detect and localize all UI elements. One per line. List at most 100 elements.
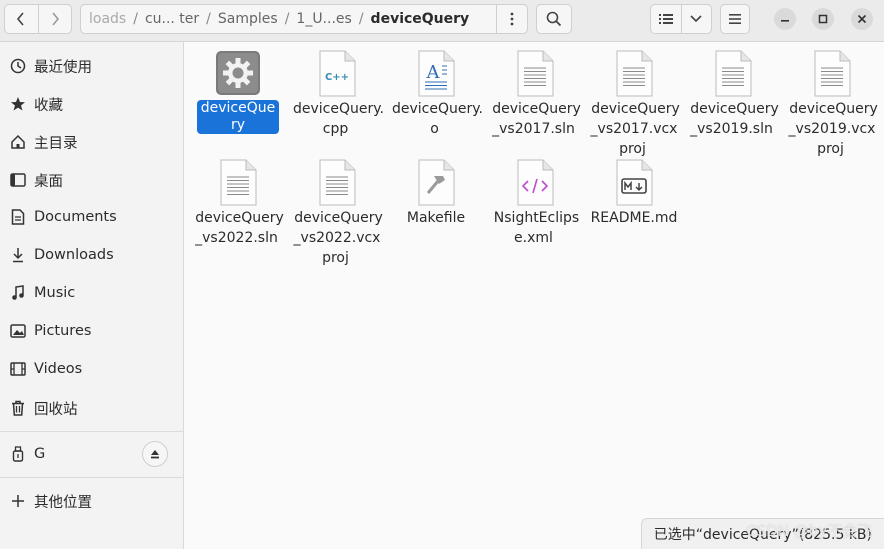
sidebar-item-documents[interactable]: Documents — [0, 200, 184, 234]
sidebar-item-videos[interactable]: Videos — [0, 352, 184, 386]
breadcrumb-current[interactable]: deviceQuery — [364, 11, 477, 27]
eject-icon — [151, 450, 159, 459]
search-button[interactable] — [536, 4, 572, 34]
hamburger-menu-icon — [729, 14, 741, 24]
sidebar-item-pictures[interactable]: Pictures — [0, 314, 184, 348]
file-item[interactable]: A deviceQuery.o — [389, 50, 483, 138]
text-file-icon — [715, 50, 752, 97]
vertical-dots-icon — [510, 12, 514, 26]
file-item[interactable]: deviceQuery_vs2019.sln — [686, 50, 780, 138]
object-file-icon: A — [418, 50, 455, 97]
minimize-icon — [781, 20, 789, 22]
file-name: deviceQuery.o — [392, 101, 483, 137]
svg-text:A: A — [426, 62, 441, 83]
sidebar-item-label: 回收站 — [34, 401, 78, 418]
sidebar-item-label: 最近使用 — [34, 59, 92, 76]
text-file-icon — [616, 50, 653, 97]
music-icon — [9, 284, 27, 302]
file-item[interactable]: deviceQuery — [191, 50, 285, 134]
sidebar-item-label: Music — [34, 285, 76, 301]
cpp-file-icon: C++ — [319, 50, 356, 97]
sidebar-item-home[interactable]: 主目录 — [0, 125, 184, 159]
file-name: deviceQuery_vs2022.sln — [195, 210, 284, 246]
file-name: README.md — [590, 210, 678, 226]
navigation-buttons — [4, 4, 72, 34]
close-button[interactable] — [851, 8, 873, 30]
trash-icon — [9, 399, 27, 417]
sidebar-item-music[interactable]: Music — [0, 276, 184, 310]
file-item[interactable]: C++ deviceQuery.cpp — [290, 50, 384, 138]
document-icon — [9, 208, 27, 226]
back-button[interactable] — [5, 5, 38, 33]
path-menu-button[interactable] — [496, 5, 527, 33]
sidebar-item-label: 桌面 — [34, 173, 63, 190]
xml-file-icon — [517, 159, 554, 206]
plus-icon — [9, 492, 27, 510]
file-item[interactable]: deviceQuery_vs2019.vcxproj — [785, 50, 879, 158]
sidebar-item-label: G — [34, 446, 46, 462]
markdown-file-icon — [616, 159, 653, 206]
sidebar-item-label: Downloads — [34, 247, 114, 263]
view-dropdown-button[interactable] — [680, 5, 712, 33]
view-options — [650, 4, 712, 34]
text-file-icon — [517, 50, 554, 97]
chevron-left-icon — [17, 12, 24, 26]
sidebar-item-label: 收藏 — [34, 97, 63, 114]
forward-button[interactable] — [37, 5, 72, 33]
sidebar-item-downloads[interactable]: Downloads — [0, 238, 184, 272]
breadcrumb-item[interactable]: 1_U...es — [289, 11, 358, 27]
makefile-icon — [418, 159, 455, 206]
home-icon — [9, 133, 27, 151]
clock-icon — [9, 57, 27, 75]
breadcrumb-item[interactable]: cu... ter — [138, 11, 206, 27]
sidebar-item-label: 其他位置 — [34, 494, 92, 511]
breadcrumb-item[interactable]: loads — [81, 11, 133, 27]
sidebar-item-label: 主目录 — [34, 135, 78, 152]
sidebar-divider — [0, 477, 184, 478]
breadcrumb-item[interactable]: Samples — [211, 11, 285, 27]
desktop-icon — [9, 171, 27, 189]
file-item[interactable]: NsightEclipse.xml — [488, 159, 582, 247]
file-item[interactable]: deviceQuery_vs2017.sln — [488, 50, 582, 138]
file-name: Makefile — [406, 210, 466, 226]
maximize-icon — [818, 14, 828, 24]
watermark: CSDN @by不会飞 — [746, 522, 872, 540]
download-icon — [9, 246, 27, 264]
list-view-button[interactable] — [651, 5, 681, 33]
minimize-button[interactable] — [774, 8, 796, 30]
sidebar-item-trash[interactable]: 回收站 — [0, 391, 184, 425]
file-item[interactable]: Makefile — [389, 159, 483, 227]
search-icon — [546, 11, 562, 27]
file-name: deviceQuery_vs2019.vcxproj — [788, 101, 878, 157]
sidebar-item-label: Pictures — [34, 323, 92, 339]
file-name: deviceQuery_vs2017.sln — [492, 101, 581, 137]
text-file-icon — [220, 159, 257, 206]
file-name: deviceQuery.cpp — [293, 101, 384, 137]
file-name: NsightEclipse.xml — [493, 210, 580, 246]
sidebar-item-recent[interactable]: 最近使用 — [0, 49, 184, 83]
text-file-icon — [814, 50, 851, 97]
maximize-button[interactable] — [812, 8, 834, 30]
file-grid: deviceQuery C++ deviceQuery.cpp A device… — [185, 42, 884, 549]
file-item[interactable]: deviceQuery_vs2017.vcxproj — [587, 50, 681, 158]
sidebar-item-desktop[interactable]: 桌面 — [0, 163, 184, 197]
sidebar: 最近使用 收藏 主目录 桌面 Documents Downloads Music… — [0, 42, 184, 549]
sidebar-item-starred[interactable]: 收藏 — [0, 87, 184, 121]
file-name: deviceQuery_vs2019.sln — [690, 101, 779, 137]
file-item[interactable]: deviceQuery_vs2022.sln — [191, 159, 285, 247]
main-menu-button[interactable] — [720, 4, 750, 34]
chevron-right-icon — [52, 12, 59, 26]
chevron-down-icon — [690, 15, 702, 23]
sidebar-item-label: Documents — [34, 209, 117, 225]
file-name: deviceQuery_vs2022.vcxproj — [293, 210, 383, 266]
eject-button[interactable] — [142, 441, 168, 467]
close-icon — [857, 14, 867, 24]
picture-icon — [9, 322, 27, 340]
file-name: deviceQuery — [197, 100, 279, 134]
file-item[interactable]: deviceQuery_vs2022.vcxproj — [290, 159, 384, 267]
video-icon — [9, 360, 27, 378]
svg-text:C++: C++ — [325, 72, 349, 83]
file-item[interactable]: README.md — [587, 159, 681, 227]
executable-gear-icon — [216, 51, 260, 95]
sidebar-item-other-locations[interactable]: 其他位置 — [0, 484, 184, 518]
